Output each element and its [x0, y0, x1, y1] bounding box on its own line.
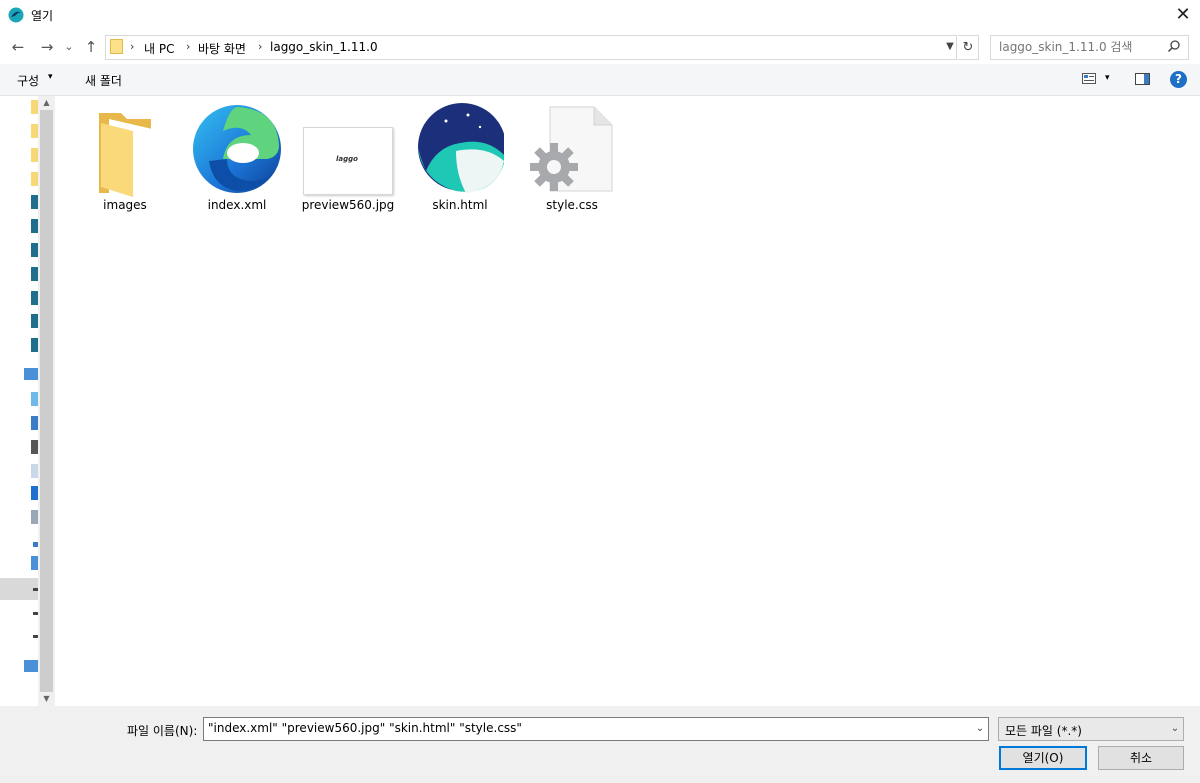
thumbnail-text: laggo	[336, 155, 358, 163]
folder-icon	[110, 39, 123, 54]
search-box[interactable]	[990, 35, 1189, 60]
recent-locations-icon[interactable]: ⌄	[62, 37, 76, 57]
chevron-down-icon[interactable]: ▼	[942, 36, 958, 58]
organize-button[interactable]: 구성	[17, 72, 39, 89]
window-title: 열기	[31, 9, 54, 23]
chevron-down-icon[interactable]: ⌄	[972, 718, 988, 740]
nav-scrollbar[interactable]: ▲ ▼	[38, 96, 55, 706]
change-view-icon[interactable]	[1082, 73, 1096, 84]
chevron-down-icon[interactable]: ⌄	[1167, 718, 1183, 740]
file-item-images[interactable]: images	[73, 101, 177, 221]
file-name: index.xml	[207, 198, 267, 212]
filename-combobox[interactable]: ⌄	[203, 717, 989, 741]
command-bar: 구성 ▾ 새 폴더 ▾ ?	[0, 64, 1200, 96]
file-item-preview560-jpg[interactable]: laggo preview560.jpg	[296, 101, 400, 221]
address-bar[interactable]: › 내 PC › 바탕 화면 › laggo_skin_1.11.0	[105, 35, 957, 60]
search-input[interactable]	[991, 36, 1159, 57]
scroll-up-icon[interactable]: ▲	[38, 96, 55, 110]
title-bar: 열기 ✕	[0, 0, 1200, 31]
open-button[interactable]: 열기(O)	[999, 746, 1087, 770]
cancel-button[interactable]: 취소	[1098, 746, 1184, 770]
file-item-skin-html[interactable]: skin.html	[408, 101, 512, 221]
whale-browser-icon	[418, 103, 504, 193]
file-item-index-xml[interactable]: index.xml	[185, 101, 289, 221]
preview-pane-icon[interactable]	[1135, 73, 1150, 85]
breadcrumb-separator: ›	[130, 40, 135, 53]
image-thumbnail: laggo	[303, 127, 393, 195]
search-icon	[1167, 40, 1180, 53]
filename-label: 파일 이름(N):	[127, 724, 198, 738]
breadcrumb-item-desktop[interactable]: 바탕 화면	[198, 40, 246, 57]
network-icon[interactable]	[24, 660, 38, 672]
edge-icon	[193, 105, 281, 193]
breadcrumb-item-folder[interactable]: laggo_skin_1.11.0	[270, 40, 378, 54]
up-button[interactable]: ↑	[81, 37, 101, 57]
forward-button[interactable]: →	[37, 37, 57, 57]
filetype-value: 모든 파일 (*.*)	[1005, 724, 1082, 738]
chevron-down-icon[interactable]: ▾	[1105, 73, 1110, 83]
app-icon	[8, 7, 24, 23]
file-name: preview560.jpg	[301, 198, 395, 212]
chevron-down-icon[interactable]: ▾	[48, 72, 53, 82]
breadcrumb-separator: ›	[258, 40, 263, 53]
back-button[interactable]: ←	[8, 37, 28, 57]
filename-input[interactable]	[204, 718, 968, 738]
file-name: skin.html	[432, 198, 488, 212]
scroll-down-icon[interactable]: ▼	[38, 692, 55, 706]
file-item-style-css[interactable]: style.css	[520, 101, 624, 221]
scrollbar-thumb[interactable]	[40, 110, 53, 692]
file-name: style.css	[546, 198, 598, 212]
file-name: images	[103, 198, 147, 212]
new-folder-button[interactable]: 새 폴더	[85, 72, 122, 89]
filetype-select[interactable]: 모든 파일 (*.*) ⌄	[998, 717, 1184, 741]
breadcrumb-item-pc[interactable]: 내 PC	[144, 40, 174, 57]
css-file-icon	[530, 106, 613, 192]
refresh-icon[interactable]: ↻	[958, 35, 979, 60]
folder-icon	[99, 113, 161, 197]
breadcrumb-separator: ›	[186, 40, 191, 53]
close-icon[interactable]: ✕	[1168, 2, 1198, 28]
dialog-footer: 파일 이름(N): ⌄ 모든 파일 (*.*) ⌄ 열기(O) 취소	[0, 706, 1200, 783]
help-icon[interactable]: ?	[1170, 71, 1187, 88]
this-pc-icon[interactable]	[24, 368, 38, 380]
